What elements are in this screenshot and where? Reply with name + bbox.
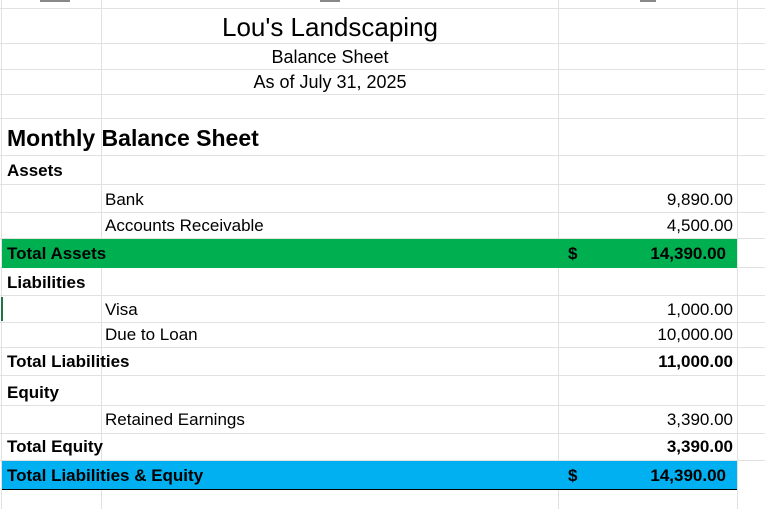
total-equity-label: Total Equity [7,437,104,456]
total-assets-label: Total Assets [7,244,107,263]
grid-row-line [0,212,765,213]
column-header-fragment [320,0,340,5]
liability-item-amount: 1,000.00 [666,300,733,319]
company-name: Lou's Landscaping [221,12,439,42]
grand-total-border [2,489,737,490]
grid-row-line [0,118,765,119]
report-date: As of July 31, 2025 [253,72,407,92]
liability-item-name: Due to Loan [105,325,198,344]
total-equity-value: 3,390.00 [666,437,733,456]
grid-row-line [0,375,765,376]
grand-total-label: Total Liabilities & Equity [7,466,204,485]
section-heading: Monthly Balance Sheet [7,125,259,151]
grid-row-line [0,94,765,95]
liabilities-label: Liabilities [7,273,86,292]
currency-symbol: $ [568,244,578,263]
column-header-fragment [640,0,656,5]
asset-item-name: Accounts Receivable [105,216,264,235]
liability-item-name: Visa [105,300,138,319]
asset-item-name: Bank [105,190,144,209]
total-assets-value: 14,390.00 [650,244,726,263]
grid-row-line [0,8,765,9]
grid-row-line [0,433,765,434]
equity-item-amount: 3,390.00 [666,410,733,429]
asset-item-amount: 4,500.00 [666,216,733,235]
grid-row-line [0,295,765,296]
grand-total-value: 14,390.00 [650,466,726,485]
spreadsheet-grid[interactable]: Lou's Landscaping Balance Sheet As of Ju… [0,0,765,509]
equity-label: Equity [7,383,59,402]
grid-row-line [0,184,765,185]
grid-row-line [0,405,765,406]
cell-cursor-indicator [1,297,3,321]
assets-label: Assets [7,161,63,180]
grid-row-line [0,347,765,348]
grid-row-line [0,43,765,44]
total-liabilities-label: Total Liabilities [7,352,130,371]
column-header-fragment [40,0,70,5]
equity-item-name: Retained Earnings [105,410,245,429]
asset-item-amount: 9,890.00 [666,190,733,209]
report-title: Balance Sheet [271,47,389,67]
grid-row-line [0,155,765,156]
total-liabilities-value: 11,000.00 [658,352,733,371]
currency-symbol: $ [568,466,578,485]
liability-item-amount: 10,000.00 [657,325,733,344]
